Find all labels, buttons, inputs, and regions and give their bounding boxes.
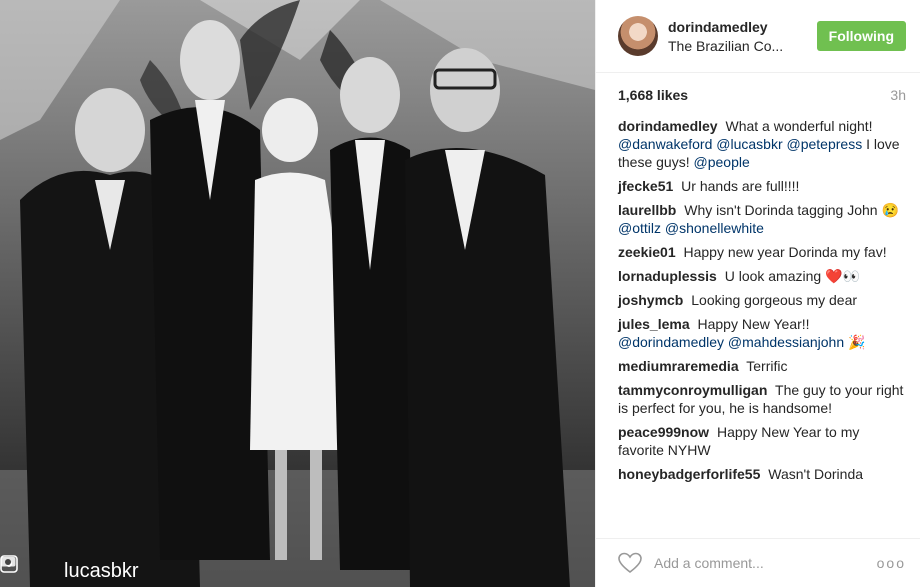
comment-mentions[interactable]: @dorindamedley @mahdessianjohn [618,334,844,350]
post-time[interactable]: 3h [890,87,906,103]
instagram-post: lucasbkr dorindamedley The Brazilian Co.… [0,0,920,587]
header-info: dorindamedley The Brazilian Co... [668,19,817,54]
comment-emoji: 😢 [881,202,899,218]
comment: honeybadgerforlife55 Wasn't Dorinda [618,465,906,483]
post-header: dorindamedley The Brazilian Co... Follow… [596,0,920,73]
comment: dorindamedley What a wonderful night! @d… [618,117,906,171]
comment-user[interactable]: mediumraremedia [618,358,739,374]
comment: joshymcb Looking gorgeous my dear [618,291,906,309]
comment-user[interactable]: lornaduplessis [618,268,717,284]
comment: mediumraremedia Terrific [618,357,906,375]
post-meta: 1,668 likes 3h [596,73,920,117]
comment-text: Happy new year Dorinda my fav! [683,244,887,260]
comment: jfecke51 Ur hands are full!!!! [618,177,906,195]
comment-text: Ur hands are full!!!! [681,178,800,194]
comment: peace999now Happy New Year to my favorit… [618,423,906,459]
comment: tammyconroymulligan The guy to your righ… [618,381,906,417]
comment: laurellbb Why isn't Dorinda tagging John… [618,201,906,237]
post-sidebar: dorindamedley The Brazilian Co... Follow… [595,0,920,587]
repost-username: lucasbkr [64,559,139,582]
heart-icon[interactable] [618,552,642,574]
comment-user[interactable]: jules_lema [618,316,690,332]
comment-text: Terrific [746,358,788,374]
comment-text: Happy New Year!! [697,316,810,332]
comment-bar: Add a comment... ooo [596,538,920,587]
more-icon[interactable]: ooo [877,555,906,571]
comment-text: Wasn't Dorinda [768,466,864,482]
comment-mentions[interactable]: @danwakeford @lucasbkr @petepress [618,136,862,152]
post-photo[interactable]: lucasbkr [0,0,595,587]
comment-text: U look amazing [724,268,822,284]
comment: jules_lema Happy New Year!! @dorindamedl… [618,315,906,351]
comment-user[interactable]: zeekie01 [618,244,676,260]
comment: zeekie01 Happy new year Dorinda my fav! [618,243,906,261]
repost-credit: lucasbkr [0,555,138,587]
following-button[interactable]: Following [816,21,906,51]
comment-text: What a wonderful night! [725,118,873,134]
comment-user[interactable]: dorindamedley [618,118,718,134]
location-link[interactable]: The Brazilian Co... [668,38,817,54]
comment-mentions[interactable]: @ottilz @shonellewhite [618,220,764,236]
avatar[interactable] [618,16,658,56]
comment-user[interactable]: laurellbb [618,202,676,218]
comment-user[interactable]: joshymcb [618,292,683,308]
comment-mention[interactable]: @people [694,154,750,170]
comment-user[interactable]: peace999now [618,424,709,440]
comment-text: Looking gorgeous my dear [691,292,858,308]
comment-user[interactable]: honeybadgerforlife55 [618,466,760,482]
comment-user[interactable]: tammyconroymulligan [618,382,767,398]
comment-list: dorindamedley What a wonderful night! @d… [596,117,920,532]
comment-emoji: 🎉 [848,334,866,350]
photo-scene [0,0,595,587]
camera-icon [0,557,58,578]
add-comment-input[interactable]: Add a comment... [654,555,877,571]
comment-emoji: ❤️👀 [825,268,860,284]
likes-count[interactable]: 1,668 likes [618,87,688,103]
comment-user[interactable]: jfecke51 [618,178,673,194]
comment-text: Why isn't Dorinda tagging John [684,202,878,218]
username-link[interactable]: dorindamedley [668,19,817,35]
comment: lornaduplessis U look amazing ❤️👀 [618,267,906,285]
